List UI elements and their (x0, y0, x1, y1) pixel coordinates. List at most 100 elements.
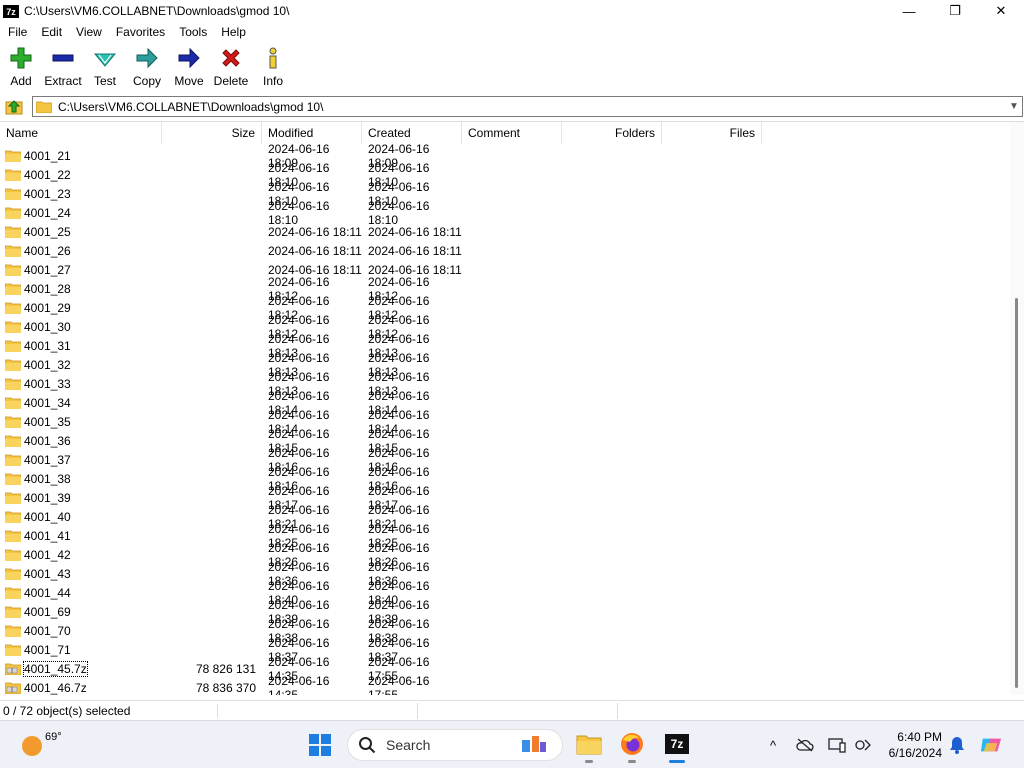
info-label: Info (262, 74, 283, 88)
table-row[interactable]: 4001_29 2024-06-16 18:12 2024-06-16 18:12 (0, 294, 1010, 322)
table-row[interactable]: 4001_39 2024-06-16 18:17 2024-06-16 18:17 (0, 484, 1010, 512)
taskbar-search[interactable]: Search (347, 729, 563, 761)
delete-button[interactable]: Delete (210, 44, 252, 92)
column-folders[interactable]: Folders (562, 122, 662, 144)
table-row[interactable]: 4001_44 2024-06-16 18:40 2024-06-16 18:40 (0, 579, 1010, 607)
menu-edit[interactable]: Edit (33, 25, 68, 39)
name-cell: 4001_27 (0, 263, 162, 277)
file-name: 4001_37 (24, 452, 71, 467)
created-cell: 2024-06-16 18:11 (368, 224, 462, 239)
clock[interactable]: 6:40 PM 6/16/2024 (880, 729, 942, 761)
table-row[interactable]: 4001_37 2024-06-16 18:16 2024-06-16 18:16 (0, 446, 1010, 474)
name-cell: 4001_44 (0, 586, 162, 600)
firefox-button[interactable] (617, 729, 647, 763)
folder-icon (5, 454, 21, 466)
table-row[interactable]: 4001_33 2024-06-16 18:13 2024-06-16 18:13 (0, 370, 1010, 398)
add-button[interactable]: Add (0, 44, 42, 92)
menu-help[interactable]: Help (213, 25, 252, 39)
table-row[interactable]: 4001_38 2024-06-16 18:16 2024-06-16 18:16 (0, 465, 1010, 493)
name-cell: 4001_23 (0, 187, 162, 201)
copilot-icon[interactable] (980, 735, 1002, 755)
chevron-down-icon[interactable]: ▼ (1006, 97, 1022, 116)
chevron-up-icon[interactable]: ^ (762, 735, 784, 755)
folder-icon (5, 511, 21, 523)
table-row[interactable]: 4001_27 2024-06-16 18:11 2024-06-16 18:11 (0, 260, 1010, 279)
scrollbar-thumb[interactable] (1015, 298, 1018, 688)
display-icon[interactable] (826, 735, 848, 755)
move-label: Move (174, 74, 204, 88)
table-row[interactable]: 4001_36 2024-06-16 18:15 2024-06-16 18:15 (0, 427, 1010, 455)
7zip-taskbar-button[interactable]: 7z (662, 729, 692, 763)
network-icon[interactable] (852, 735, 874, 755)
minimize-button[interactable]: — (886, 0, 932, 22)
table-row[interactable]: 4001_32 2024-06-16 18:13 2024-06-16 18:13 (0, 351, 1010, 379)
table-row[interactable]: 4001_41 2024-06-16 18:25 2024-06-16 18:25 (0, 522, 1010, 550)
7zip-icon: 7z (665, 734, 689, 754)
column-name[interactable]: Name (0, 122, 162, 144)
folder-icon (5, 169, 21, 181)
folder-icon (5, 226, 21, 238)
table-row[interactable]: 4001_40 2024-06-16 18:21 2024-06-16 18:21 (0, 503, 1010, 531)
maximize-button[interactable]: ❐ (932, 0, 978, 22)
archive-folder-icon (5, 682, 21, 694)
file-name: 4001_69 (24, 604, 71, 619)
name-cell: 4001_71 (0, 643, 162, 657)
file-name: 4001_28 (24, 281, 71, 296)
file-name: 4001_71 (24, 642, 71, 657)
modified-cell: 2024-06-16 18:11 (268, 243, 362, 258)
menu-file[interactable]: File (0, 25, 33, 39)
test-button[interactable]: Test (84, 44, 126, 92)
close-button[interactable]: ✕ (978, 0, 1024, 22)
table-row[interactable]: 4001_21 2024-06-16 18:09 2024-06-16 18:09 (0, 142, 1010, 170)
extract-label: Extract (44, 74, 82, 88)
column-files[interactable]: Files (662, 122, 762, 144)
file-explorer-button[interactable] (574, 729, 604, 763)
table-row[interactable]: 4001_71 2024-06-16 18:37 2024-06-16 18:37 (0, 636, 1010, 664)
move-button[interactable]: Move (168, 44, 210, 92)
running-indicator (628, 760, 636, 763)
extract-button[interactable]: Extract (42, 44, 84, 92)
address-bar[interactable]: C:\Users\VM6.COLLABNET\Downloads\gmod 10… (32, 96, 1023, 117)
column-size[interactable]: Size (162, 122, 262, 144)
copy-label: Copy (132, 74, 161, 88)
table-row[interactable]: 4001_45.7z 78 826 131 2024-06-16 14:35 2024… (0, 655, 1010, 683)
table-row[interactable]: 4001_69 2024-06-16 18:39 2024-06-16 18:39 (0, 598, 1010, 626)
modified-cell: 2024-06-16 18:11 (268, 224, 362, 239)
check-icon (91, 44, 119, 72)
table-row[interactable]: 4001_28 2024-06-16 18:12 2024-06-16 18:12 (0, 275, 1010, 303)
folder-icon (5, 416, 21, 428)
info-icon (259, 44, 287, 72)
table-row[interactable]: 4001_30 2024-06-16 18:12 2024-06-16 18:12 (0, 313, 1010, 341)
move-arrow-icon (175, 44, 203, 72)
menu-tools[interactable]: Tools (171, 25, 213, 39)
table-row[interactable]: 4001_70 2024-06-16 18:38 2024-06-16 18:38 (0, 617, 1010, 645)
copy-button[interactable]: Copy (126, 44, 168, 92)
table-row[interactable]: 4001_43 2024-06-16 18:36 2024-06-16 18:36 (0, 560, 1010, 588)
table-row[interactable]: 4001_22 2024-06-16 18:10 2024-06-16 18:10 (0, 161, 1010, 189)
table-row[interactable]: 4001_42 2024-06-16 18:26 2024-06-16 18:26 (0, 541, 1010, 569)
name-cell: 4001_33 (0, 377, 162, 391)
table-row[interactable]: 4001_31 2024-06-16 18:13 2024-06-16 18:13 (0, 332, 1010, 360)
table-row[interactable]: 4001_46.7z 78 836 370 2024-06-16 14:35 2024… (0, 674, 1010, 695)
table-row[interactable]: 4001_25 2024-06-16 18:11 2024-06-16 18:11 (0, 222, 1010, 241)
column-comment[interactable]: Comment (462, 122, 562, 144)
weather-widget[interactable]: 69° (22, 731, 62, 756)
name-cell: 4001_42 (0, 548, 162, 562)
folder-icon (5, 492, 21, 504)
folder-icon (5, 359, 21, 371)
file-name: 4001_23 (24, 186, 71, 201)
table-row[interactable]: 4001_35 2024-06-16 18:14 2024-06-16 18:14 (0, 408, 1010, 436)
menu-view[interactable]: View (68, 25, 108, 39)
notification-bell-icon[interactable] (946, 735, 968, 755)
cloud-offline-icon[interactable] (794, 735, 816, 755)
menu-favorites[interactable]: Favorites (108, 25, 171, 39)
up-folder-button[interactable] (4, 98, 24, 116)
table-row[interactable]: 4001_24 2024-06-16 18:10 2024-06-16 18:10 (0, 199, 1010, 227)
name-cell: 4001_38 (0, 472, 162, 486)
start-button[interactable] (309, 734, 331, 756)
table-row[interactable]: 4001_34 2024-06-16 18:14 2024-06-16 18:14 (0, 389, 1010, 417)
table-row[interactable]: 4001_23 2024-06-16 18:10 2024-06-16 18:10 (0, 180, 1010, 208)
table-row[interactable]: 4001_26 2024-06-16 18:11 2024-06-16 18:11 (0, 241, 1010, 260)
info-button[interactable]: Info (252, 44, 294, 92)
vertical-scrollbar[interactable] (1010, 122, 1024, 695)
